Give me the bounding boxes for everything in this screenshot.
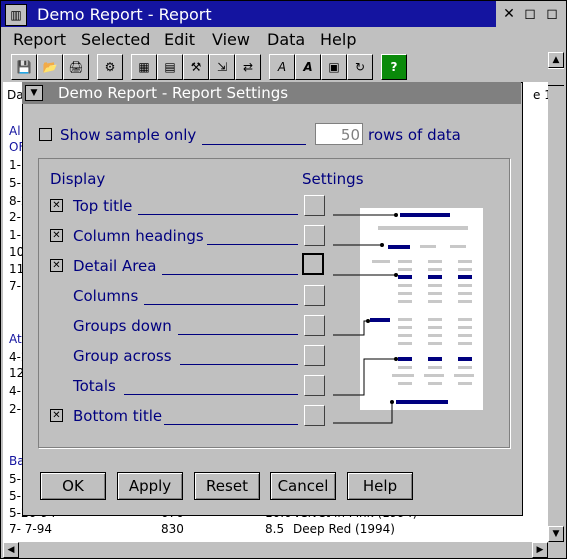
save-icon[interactable]: 💾 [11, 54, 37, 80]
open-icon[interactable]: 📂 [37, 54, 63, 80]
top-title-checkbox[interactable]: ✕ [50, 199, 63, 212]
report-text: 7- 7-94 [9, 522, 53, 536]
list-icon[interactable]: ▤ [157, 54, 183, 80]
tools-icon[interactable]: ⚒ [183, 54, 209, 80]
groups-down-label: Groups down [73, 317, 172, 335]
help-button[interactable]: Help [347, 472, 413, 500]
bottom-title-checkbox[interactable]: ✕ [50, 409, 63, 422]
detail-area-label: Detail Area [73, 257, 157, 275]
top-title-label: Top title [73, 197, 133, 215]
refresh-icon[interactable]: ↻ [347, 54, 373, 80]
restore-icon[interactable]: ◻ [521, 5, 539, 23]
toolbar: 💾 📂 🖨 ⚙ ▦ ▤ ⚒ ⇲ ⇄ A A ▣ ↻ ? [1, 51, 564, 81]
detail-area-checkbox[interactable]: ✕ [50, 259, 63, 272]
report-text: 4- [9, 384, 21, 398]
columns-label: Columns [73, 287, 139, 305]
close-icon[interactable]: ✕ [500, 5, 518, 23]
settings-header: Settings [302, 170, 364, 188]
totals-label: Totals [73, 377, 116, 395]
scroll-thumb[interactable] [548, 68, 564, 86]
dialog-title: Demo Report - Report Settings [58, 84, 289, 102]
leader-line [162, 274, 298, 275]
scroll-right-icon[interactable]: ▶ [532, 542, 548, 558]
leader-line [164, 424, 298, 425]
layout-preview-diagram [333, 213, 474, 424]
leader-line [178, 334, 298, 335]
maximize-icon[interactable]: ◻ [543, 5, 561, 23]
report-text: 8.5 [265, 522, 285, 536]
cancel-button[interactable]: Cancel [270, 472, 336, 500]
dialog-title-bar[interactable]: ▼ Demo Report - Report Settings [22, 82, 521, 104]
vertical-scrollbar[interactable]: ▲ ▼ [548, 52, 564, 542]
column-headings-checkbox[interactable]: ✕ [50, 229, 63, 242]
report-text: 830 [161, 522, 184, 536]
dialog-menu-icon[interactable]: ▼ [25, 85, 43, 101]
menu-report[interactable]: Report [13, 30, 66, 49]
help-icon[interactable]: ? [381, 54, 407, 80]
leader-line [144, 304, 298, 305]
rows-label: rows of data [368, 126, 461, 144]
bottom-title-label: Bottom title [73, 407, 163, 425]
scroll-down-icon[interactable]: ▼ [548, 526, 564, 542]
title-bar[interactable]: ▥ Demo Report - Report [1, 1, 496, 27]
window-title: Demo Report - Report [37, 5, 212, 24]
menu-help[interactable]: Help [320, 30, 356, 49]
settings-icon[interactable]: ⚙ [97, 54, 123, 80]
reset-button[interactable]: Reset [194, 472, 260, 500]
menu-data[interactable]: Data [267, 30, 305, 49]
display-header: Display [50, 170, 106, 188]
font-icon[interactable]: A [269, 54, 295, 80]
leader-line [124, 394, 298, 395]
report-text: 5- [9, 489, 21, 503]
report-text: Deep Red (1994) [293, 522, 395, 536]
swap-icon[interactable]: ⇄ [235, 54, 261, 80]
rows-input[interactable]: 50 [315, 123, 363, 145]
leader-line [207, 244, 298, 245]
print-icon[interactable]: 🖨 [63, 54, 89, 80]
page-icon[interactable]: ▣ [321, 54, 347, 80]
report-text: 5- [9, 472, 21, 486]
group-across-label: Group across [73, 347, 172, 365]
leader-line [138, 214, 298, 215]
font-bold-icon[interactable]: A [295, 54, 321, 80]
show-sample-label: Show sample only [60, 126, 197, 144]
menu-selected[interactable]: Selected [81, 30, 150, 49]
scroll-left-icon[interactable]: ◀ [3, 542, 19, 558]
menu-view[interactable]: View [212, 30, 250, 49]
ok-button[interactable]: OK [40, 472, 106, 500]
scroll-up-icon[interactable]: ▲ [548, 52, 564, 68]
menu-bar: Report Selected Edit View Data Help [1, 27, 564, 51]
table-icon[interactable]: ▦ [131, 54, 157, 80]
report-text: Al [9, 124, 21, 138]
resize-icon[interactable]: ⇲ [209, 54, 235, 80]
report-text: 2- [9, 402, 21, 416]
horizontal-scrollbar[interactable]: ◀ ▶ [3, 542, 548, 558]
show-sample-checkbox[interactable] [39, 128, 52, 141]
apply-button[interactable]: Apply [117, 472, 183, 500]
leader-line [202, 144, 306, 145]
system-menu-icon[interactable]: ▥ [5, 4, 27, 26]
leader-line [180, 364, 298, 365]
column-headings-label: Column headings [73, 227, 204, 245]
menu-edit[interactable]: Edit [164, 30, 195, 49]
